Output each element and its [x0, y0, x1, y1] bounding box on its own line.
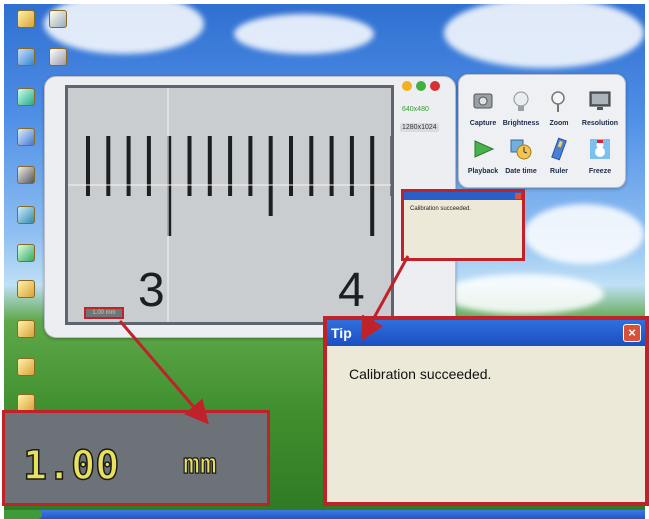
ruler-tick — [207, 136, 212, 196]
ruler-tick — [106, 136, 111, 196]
ruler-icon — [551, 137, 567, 161]
desktop-icon[interactable] — [12, 206, 40, 225]
measurement-unit: mm — [182, 446, 217, 480]
capture-button[interactable]: Capture — [463, 89, 503, 127]
tip-titlebar: Tip × — [327, 320, 645, 346]
resolution-640[interactable]: 640x480 — [400, 105, 431, 114]
ruler-image: 3 4 — [68, 88, 391, 322]
tip-message: Calibration succeeded. — [349, 366, 492, 382]
monitor-icon — [589, 91, 611, 110]
playback-button[interactable]: Playback — [463, 137, 503, 175]
freeze-button[interactable]: Freeze — [577, 137, 623, 175]
help-icon[interactable] — [416, 81, 426, 91]
resolution-button[interactable]: Resolution — [577, 89, 623, 127]
camera-icon — [473, 93, 493, 109]
ruler-button[interactable]: Ruler — [539, 137, 579, 175]
measurement-value: 1.00 — [22, 442, 120, 490]
ruler-tick — [126, 136, 131, 196]
ruler-label-4: 4 — [338, 264, 365, 317]
microscope-viewer: 3 4 640x480 1280x1024 — [44, 76, 456, 338]
desktop-icon[interactable] — [12, 10, 40, 29]
desktop-icon[interactable] — [12, 166, 40, 185]
snowman-icon — [590, 139, 610, 159]
tip-dialog: Tip × Calibration succeeded. — [323, 316, 649, 506]
ruler-tick — [86, 136, 90, 196]
desktop-icon[interactable] — [12, 358, 40, 376]
desktop-icon[interactable] — [12, 128, 40, 147]
start-button[interactable] — [4, 510, 42, 519]
desktop-icon[interactable] — [12, 280, 40, 299]
zoom-button[interactable]: Zoom — [539, 89, 579, 127]
small-tip-window: Calibration succeeded. — [401, 189, 525, 261]
clock-icon — [510, 139, 532, 160]
close-icon[interactable] — [515, 193, 521, 199]
ruler-tick — [370, 136, 375, 236]
desktop-icon[interactable] — [12, 320, 40, 339]
magnifier-icon — [551, 91, 565, 112]
ruler-tick — [289, 136, 293, 196]
ruler-tick — [329, 136, 334, 196]
small-tip-message: Calibration succeeded. — [410, 206, 472, 212]
settings-icon[interactable] — [402, 81, 412, 91]
desktop-icon[interactable] — [44, 10, 72, 29]
small-tip-titlebar — [404, 192, 522, 200]
measurement-readout-zoomed: 1.00 mm — [2, 410, 270, 506]
measurement-readout-small: 1.00 mm — [84, 307, 124, 319]
ruler-tick — [268, 136, 273, 216]
ruler-tick — [390, 136, 391, 196]
tool-panel: Capture Brightness Zoom Resolution Playb… — [458, 74, 626, 188]
close-button[interactable]: × — [623, 324, 641, 342]
desktop-icon[interactable] — [12, 244, 40, 263]
ruler-tick — [228, 136, 233, 196]
ruler-tick — [187, 136, 192, 196]
resolution-1280[interactable]: 1280x1024 — [400, 123, 439, 132]
tip-title: Tip — [331, 325, 352, 341]
taskbar — [4, 510, 645, 519]
desktop-icon[interactable] — [12, 48, 40, 67]
desktop-icon[interactable] — [44, 48, 72, 67]
lightbulb-icon — [513, 91, 529, 111]
live-image[interactable]: 3 4 — [65, 85, 394, 325]
ruler-tick — [146, 136, 151, 196]
close-icon[interactable] — [430, 81, 440, 91]
ruler-tick — [248, 136, 253, 196]
ruler-tick — [349, 136, 354, 196]
brightness-button[interactable]: Brightness — [501, 89, 541, 127]
datetime-button[interactable]: Date time — [501, 137, 541, 175]
ruler-tick — [309, 136, 314, 196]
play-icon — [474, 140, 495, 158]
desktop-icon[interactable] — [12, 88, 40, 107]
ruler-label-3: 3 — [138, 264, 165, 317]
